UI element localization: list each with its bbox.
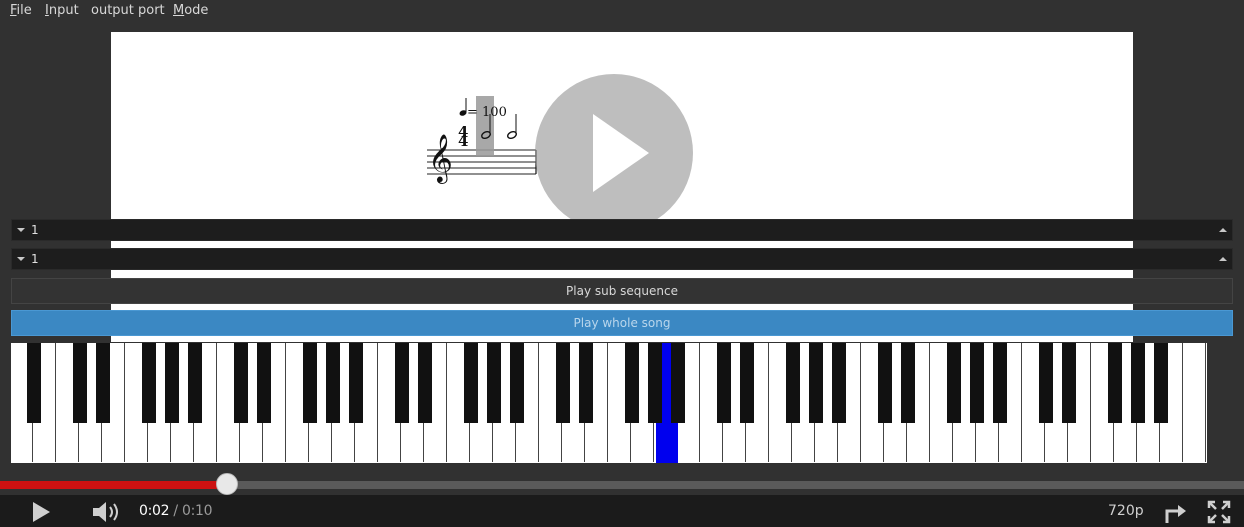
- progress-scrubber-handle[interactable]: [216, 473, 238, 495]
- piano-black-key[interactable]: [165, 343, 179, 423]
- time-signature-bottom: 4: [458, 132, 468, 150]
- piano-black-key[interactable]: [142, 343, 156, 423]
- piano-black-key[interactable]: [740, 343, 754, 423]
- piano-white-key[interactable]: [1184, 343, 1206, 462]
- piano-black-key[interactable]: [671, 343, 685, 423]
- piano-black-key[interactable]: [878, 343, 892, 423]
- spin-down-icon[interactable]: [17, 228, 25, 232]
- player-controls: 0:02 / 0:10 720p: [0, 495, 1244, 527]
- piano-black-key[interactable]: [970, 343, 984, 423]
- play-sub-sequence-button[interactable]: Play sub sequence: [11, 278, 1233, 304]
- half-note-icon: [507, 114, 517, 140]
- piano-black-key[interactable]: [257, 343, 271, 423]
- piano-black-key[interactable]: [234, 343, 248, 423]
- menu-bar: File Input output port Mode: [0, 0, 1244, 22]
- menu-output-port[interactable]: output port: [91, 3, 165, 18]
- end-measure-spinbox[interactable]: 1: [11, 248, 1233, 270]
- spinbox-value: 1: [31, 252, 39, 266]
- piano-black-key[interactable]: [73, 343, 87, 423]
- current-time: 0:02: [139, 503, 170, 519]
- piano-black-key[interactable]: [418, 343, 432, 423]
- piano-black-key[interactable]: [510, 343, 524, 423]
- quality-setting[interactable]: 720p: [1108, 503, 1144, 519]
- piano-black-key[interactable]: [487, 343, 501, 423]
- progress-played: [0, 481, 227, 489]
- piano-black-key[interactable]: [625, 343, 639, 423]
- tempo-quarter-note-icon: [459, 98, 467, 116]
- piano-black-key[interactable]: [96, 343, 110, 423]
- spin-up-icon[interactable]: [1219, 228, 1227, 232]
- piano-black-key[interactable]: [1131, 343, 1145, 423]
- piano-black-key[interactable]: [832, 343, 846, 423]
- piano-black-key[interactable]: [648, 343, 662, 423]
- video-progress-bar[interactable]: [0, 473, 1244, 495]
- piano-black-key[interactable]: [1039, 343, 1053, 423]
- video-play-overlay-button[interactable]: [535, 74, 693, 232]
- volume-icon[interactable]: [91, 500, 123, 524]
- spinbox-value: 1: [31, 223, 39, 237]
- piano-black-key[interactable]: [326, 343, 340, 423]
- time-display: 0:02 / 0:10: [139, 503, 213, 519]
- piano-black-key[interactable]: [556, 343, 570, 423]
- piano-black-key[interactable]: [1154, 343, 1168, 423]
- start-measure-spinbox[interactable]: 1: [11, 219, 1233, 241]
- fullscreen-icon[interactable]: [1206, 499, 1232, 525]
- treble-clef-icon: 𝄞: [428, 133, 453, 184]
- piano-black-key[interactable]: [1062, 343, 1076, 423]
- piano-keyboard[interactable]: [11, 343, 1207, 463]
- piano-black-key[interactable]: [717, 343, 731, 423]
- total-time: 0:10: [181, 503, 213, 519]
- menu-file[interactable]: File: [10, 3, 32, 18]
- piano-black-key[interactable]: [349, 343, 363, 423]
- piano-black-key[interactable]: [786, 343, 800, 423]
- piano-black-key[interactable]: [579, 343, 593, 423]
- time-separator: /: [169, 503, 182, 519]
- piano-black-key[interactable]: [1108, 343, 1122, 423]
- piano-black-key[interactable]: [809, 343, 823, 423]
- menu-input[interactable]: Input: [45, 3, 79, 18]
- share-icon[interactable]: [1162, 499, 1188, 525]
- spin-down-icon[interactable]: [17, 257, 25, 261]
- piano-black-key[interactable]: [464, 343, 478, 423]
- piano-black-key[interactable]: [27, 343, 41, 423]
- spin-up-icon[interactable]: [1219, 257, 1227, 261]
- piano-black-key[interactable]: [993, 343, 1007, 423]
- play-icon[interactable]: [29, 500, 53, 524]
- piano-black-key[interactable]: [303, 343, 317, 423]
- play-whole-song-button[interactable]: Play whole song: [11, 310, 1233, 336]
- tempo-marking: = 100: [467, 105, 507, 120]
- piano-black-key[interactable]: [947, 343, 961, 423]
- piano-black-key[interactable]: [901, 343, 915, 423]
- piano-black-key[interactable]: [395, 343, 409, 423]
- menu-mode[interactable]: Mode: [173, 3, 208, 18]
- play-icon: [593, 114, 649, 192]
- piano-black-key[interactable]: [188, 343, 202, 423]
